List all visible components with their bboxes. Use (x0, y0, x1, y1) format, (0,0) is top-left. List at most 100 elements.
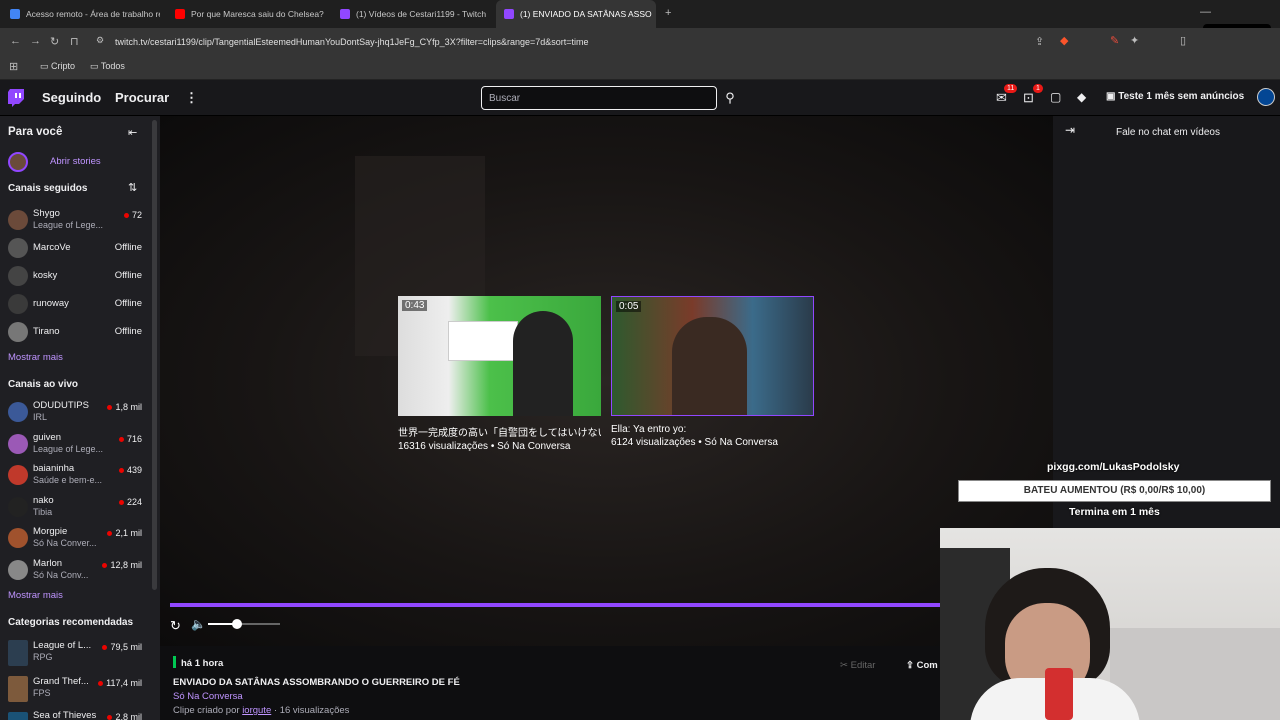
sidebar-toggle-icon[interactable]: ▯ (1180, 34, 1186, 47)
live-channel[interactable]: nako Tibia 224 (8, 493, 152, 521)
bookmarks-bar: ⊞ ▭ Cripto ▭ Todos (0, 56, 1280, 80)
clip-created-by: Clipe criado por iorgute · 16 visualizaç… (173, 705, 350, 716)
category-cover (8, 676, 28, 702)
avatar (8, 465, 28, 485)
category-cover (8, 712, 28, 720)
followed-channel[interactable]: kosky Offline (8, 262, 152, 290)
bed (1110, 628, 1280, 720)
folder-icon: ▭ (90, 61, 99, 71)
edit-button[interactable]: ✂ Editar (840, 660, 875, 671)
clip-creator-link[interactable]: iorgute (242, 705, 271, 716)
browser-address-bar: ← → ↻ ⊓ ⚙ twitch.tv/cestari1199/clip/Tan… (0, 28, 1280, 56)
recommended-category[interactable]: League of L... RPG 79,5 mil (8, 638, 152, 666)
tab-label: Por que Maresca saiu do Chelsea? - \ (191, 9, 325, 19)
show-more-live[interactable]: Mostrar mais (8, 590, 63, 601)
bookmark-folder-cripto[interactable]: ▭ Cripto (40, 61, 75, 72)
minimize-icon[interactable]: — (1200, 6, 1211, 18)
inbox-badge: 11 (1004, 84, 1018, 93)
nav-following[interactable]: Seguindo (42, 90, 101, 105)
can (1045, 668, 1073, 720)
avatar (8, 434, 28, 454)
reload-icon[interactable]: ↻ (50, 35, 59, 48)
share-icon: ⇪ (906, 660, 914, 671)
scissors-icon: ✂ (840, 660, 848, 671)
recommended-category[interactable]: Grand Thef... FPS 117,4 mil (8, 674, 152, 702)
volume-icon[interactable]: 🔈 (191, 617, 206, 631)
live-channel[interactable]: Morgpie Só Na Conver... 2,1 mil (8, 524, 152, 552)
clip-title: Ella: Ya entro yo: (611, 424, 687, 435)
bookmark-folder-todos[interactable]: ▭ Todos (90, 61, 125, 72)
search-icon: ⚲ (725, 90, 735, 105)
browser-tab[interactable]: Acesso remoto - Área de trabalho re (10, 0, 160, 28)
avatar (8, 294, 28, 314)
live-channel[interactable]: guiven League of Lege... 716 (8, 430, 152, 458)
extensions-puzzle-icon[interactable]: ✦ (1130, 34, 1139, 47)
whispers-icon[interactable]: ▢ (1050, 90, 1061, 104)
live-channel[interactable]: ODUDUTIPS IRL 1,8 mil (8, 398, 152, 426)
clip-time: há 1 hora (181, 658, 224, 669)
sidebar-title: Para você (8, 126, 63, 138)
twitch-logo-icon[interactable] (8, 89, 24, 107)
followed-channel[interactable]: Tirano Offline (8, 318, 152, 346)
sort-icon[interactable]: ⇅ (128, 181, 137, 194)
volume-handle[interactable] (232, 619, 242, 629)
browser-tab-active[interactable]: (1) ENVIADO DA SATÂNAS ASSO ✕ (496, 0, 656, 28)
followed-channel[interactable]: runoway Offline (8, 290, 152, 318)
collapse-sidebar-icon[interactable]: ⇤ (128, 126, 137, 139)
pix-url: pixgg.com/LukasPodolsky (1047, 461, 1180, 473)
search-button[interactable]: ⚲ (719, 86, 741, 110)
avatar (8, 322, 28, 342)
replay-icon[interactable]: ↻ (170, 618, 181, 634)
more-options-icon[interactable]: ⋮ (185, 90, 198, 106)
collapse-chat-icon[interactable]: ⇥ (1065, 123, 1075, 137)
browser-tab-bar: Acesso remoto - Área de trabalho re Por … (0, 0, 1280, 28)
extension-icon[interactable]: ✎ (1110, 34, 1119, 47)
volume-slider[interactable] (208, 619, 280, 629)
recommended-clip[interactable]: 0:43 世界一完成度の高い「自警団をしてはいけない... 16316 visu… (398, 296, 601, 452)
show-more-followed[interactable]: Mostrar mais (8, 352, 63, 363)
nav-browse[interactable]: Procurar (115, 90, 169, 105)
bits-icon[interactable]: ◆ (1077, 90, 1086, 104)
clip-category-link[interactable]: Só Na Conversa (173, 691, 243, 702)
twitch-icon (340, 9, 350, 19)
followed-channel[interactable]: MarcoVe Offline (8, 234, 152, 262)
share-icon[interactable]: ⇪ (1035, 35, 1044, 48)
tab-label: Acesso remoto - Área de trabalho re (26, 9, 160, 19)
clip-title: ENVIADO DA SATÂNAS ASSOMBRANDO O GUERREI… (173, 677, 460, 688)
share-button[interactable]: ⇪ Com (906, 660, 938, 671)
avatar (8, 238, 28, 258)
avatar (8, 402, 28, 422)
apps-grid-icon[interactable]: ⊞ (9, 60, 18, 73)
recommended-clip[interactable]: 0:05 Ella: Ya entro yo: 6124 visualizaçõ… (611, 296, 814, 448)
followed-channel[interactable]: Shygo League of Lege... 72 (8, 206, 152, 234)
notifications-icon[interactable]: ⊡ (1023, 90, 1034, 106)
ad-free-icon: ▣ (1106, 91, 1116, 102)
back-icon[interactable]: ← (10, 35, 21, 47)
new-tab-icon[interactable]: + (665, 7, 671, 19)
recommended-category[interactable]: Sea of Thieves 2,8 mil (8, 708, 152, 720)
webcam-overlay (940, 528, 1280, 720)
sidebar: Para você ⇤ Abrir stories Canais seguido… (0, 116, 160, 720)
avatar (8, 266, 28, 286)
video-progress-bar[interactable] (170, 603, 940, 607)
url-field[interactable]: twitch.tv/cestari1199/clip/TangentialEst… (115, 37, 589, 47)
browser-tab[interactable]: Por que Maresca saiu do Chelsea? - \ (175, 0, 325, 28)
forward-icon[interactable]: → (30, 35, 41, 47)
tab-label: (1) Vídeos de Cestari1199 - Twitch (356, 9, 487, 19)
video-player[interactable]: 0:43 世界一完成度の高い「自警団をしてはいけない... 16316 visu… (160, 116, 1053, 646)
live-channel[interactable]: baianinha Saúde e bem-e... 439 (8, 461, 152, 489)
bookmark-icon[interactable]: ⊓ (70, 35, 79, 48)
live-channel[interactable]: Marlon Só Na Conv... 12,8 mil (8, 556, 152, 584)
stories-button[interactable]: Abrir stories (8, 148, 152, 176)
sidebar-scrollbar[interactable] (152, 120, 157, 590)
clip-meta: 16316 visualizações • Só Na Conversa (398, 441, 571, 452)
goal-ends-label: Termina em 1 mês (1069, 506, 1160, 518)
search-input[interactable] (481, 86, 717, 110)
browser-tab[interactable]: (1) Vídeos de Cestari1199 - Twitch (340, 0, 490, 28)
user-avatar[interactable] (1257, 88, 1275, 106)
brave-shield-icon[interactable]: ◆ (1060, 34, 1068, 47)
live-channels-title: Canais ao vivo (8, 379, 79, 390)
youtube-icon (175, 9, 185, 19)
turbo-button[interactable]: ▣ Teste 1 mês sem anúncios (1106, 91, 1244, 102)
site-info-icon[interactable]: ⚙ (96, 35, 104, 46)
